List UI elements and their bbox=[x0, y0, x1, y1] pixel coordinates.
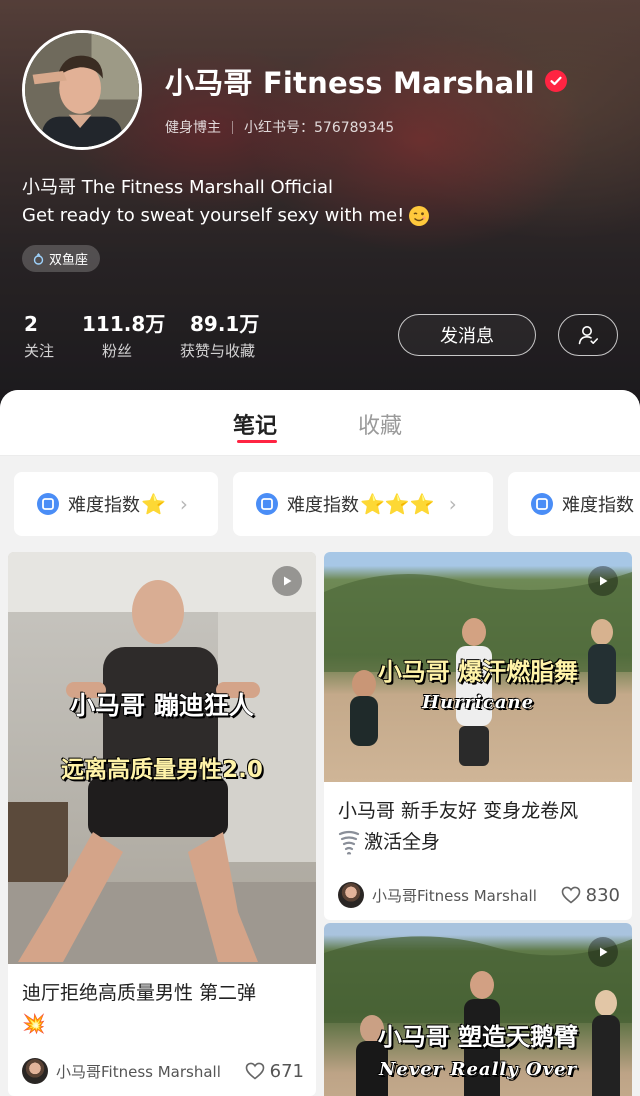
verified-check-icon bbox=[544, 70, 567, 92]
note-1-overlay-subtitle: 远离高质量男性2.0 bbox=[61, 756, 264, 783]
note-2-title-line2: 激活全身 bbox=[364, 831, 441, 853]
chevron-right-icon: › bbox=[179, 492, 188, 516]
collection-card-3[interactable]: 难度指数 bbox=[508, 472, 640, 536]
meta-divider bbox=[232, 120, 233, 134]
note-3-overlay-title: 小马哥 塑造天鹅臂 bbox=[377, 1022, 579, 1051]
bio-line-2-text: Get ready to sweat yourself sexy with me… bbox=[22, 205, 405, 226]
zodiac-tag[interactable]: 双鱼座 bbox=[22, 245, 101, 272]
collection-strip: 难度指数 ⭐ › 难度指数 ⭐⭐⭐ › 难度指数 bbox=[0, 472, 640, 536]
note-card-3[interactable]: 小马哥 塑造天鹅臂 Never Really Over bbox=[324, 923, 632, 1096]
note-2-overlay-title: 小马哥 爆汗燃脂舞 bbox=[377, 657, 579, 686]
profile-header: 小马哥 Fitness Marshall 健身博主 小红书号：576789345… bbox=[0, 0, 640, 410]
profile-name: 小马哥 Fitness Marshall bbox=[165, 66, 535, 100]
chevron-right-icon: › bbox=[448, 492, 457, 516]
stat-fans-value: 111.8万 bbox=[82, 312, 166, 336]
stat-following-value: 2 bbox=[24, 312, 38, 336]
collection-label: 难度指数 bbox=[287, 495, 359, 516]
collection-card-2[interactable]: 难度指数 ⭐⭐⭐ › bbox=[233, 472, 493, 536]
heart-icon[interactable] bbox=[560, 884, 582, 906]
profile-id[interactable]: 小红书号：576789345 bbox=[244, 117, 394, 137]
active-tab-indicator bbox=[237, 440, 277, 443]
stat-likes-value: 89.1万 bbox=[190, 312, 260, 336]
note-1-title-emoji: 💥 bbox=[22, 1013, 46, 1035]
album-icon bbox=[37, 493, 59, 515]
album-icon bbox=[531, 493, 553, 515]
stat-fans[interactable]: 111.8万 粉丝 bbox=[82, 311, 165, 363]
stat-following-label: 关注 bbox=[24, 342, 55, 360]
profile-name-row: 小马哥 Fitness Marshall bbox=[165, 60, 567, 102]
tab-bar: 笔记 收藏 bbox=[0, 390, 640, 456]
stat-following[interactable]: 2 关注 bbox=[24, 311, 54, 363]
stat-fans-label: 粉丝 bbox=[102, 342, 133, 360]
note-2-author[interactable]: 小马哥Fitness Marshall bbox=[372, 885, 560, 906]
stat-likes-label: 获赞与收藏 bbox=[180, 342, 256, 360]
wink-emoji-icon bbox=[409, 206, 430, 226]
note-2-footer: 小马哥Fitness Marshall 830 bbox=[338, 880, 620, 910]
profile-bio: 小马哥 The Fitness Marshall Official Get re… bbox=[22, 174, 430, 230]
note-1-overlay-title: 小马哥 蹦迪狂人 bbox=[70, 690, 255, 720]
note-2-likes: 830 bbox=[585, 884, 620, 906]
tab-collections[interactable]: 收藏 bbox=[358, 408, 402, 440]
zodiac-tag-label: 双鱼座 bbox=[49, 253, 89, 268]
note-2-overlay-subtitle: Hurricane bbox=[421, 691, 535, 713]
author-avatar[interactable] bbox=[338, 882, 364, 908]
send-message-button[interactable]: 发消息 bbox=[398, 314, 536, 356]
note-3-overlay-subtitle: Never Really Over bbox=[378, 1058, 578, 1080]
note-1-thumbnail: 小马哥 蹦迪狂人 远离高质量男性2.0 bbox=[8, 552, 316, 964]
collection-label: 难度指数 bbox=[562, 495, 634, 516]
collection-label: 难度指数 bbox=[68, 495, 140, 516]
profile-meta: 健身博主 小红书号：576789345 bbox=[165, 117, 394, 137]
profile-category: 健身博主 bbox=[165, 120, 221, 136]
note-2-title-line1: 小马哥 新手友好 变身龙卷风 bbox=[338, 800, 579, 822]
ring-icon bbox=[33, 253, 44, 265]
profile-page: 小马哥 Fitness Marshall 健身博主 小红书号：576789345… bbox=[0, 0, 640, 1096]
note-card-1[interactable]: 小马哥 蹦迪狂人 远离高质量男性2.0 迪厅拒绝高质量男性 第二弹 💥 小马哥F… bbox=[8, 552, 316, 1096]
album-icon bbox=[256, 493, 278, 515]
user-check-icon bbox=[578, 326, 598, 345]
bio-line-2: Get ready to sweat yourself sexy with me… bbox=[22, 202, 430, 230]
note-1-title-line1: 迪厅拒绝高质量男性 第二弹 bbox=[22, 982, 257, 1004]
bio-line-1: 小马哥 The Fitness Marshall Official bbox=[22, 177, 333, 198]
note-1-likes: 671 bbox=[269, 1060, 304, 1082]
note-2-thumbnail: 小马哥 爆汗燃脂舞 Hurricane bbox=[324, 552, 632, 782]
video-play-icon bbox=[588, 566, 618, 596]
video-play-icon bbox=[588, 937, 618, 967]
tornado-icon bbox=[338, 830, 360, 855]
note-2-title: 小马哥 新手友好 变身龙卷风 激活全身 bbox=[324, 782, 632, 858]
collection-card-1[interactable]: 难度指数 ⭐ › bbox=[14, 472, 218, 536]
note-card-2[interactable]: 小马哥 爆汗燃脂舞 Hurricane 小马哥 新手友好 变身龙卷风 激活全身 bbox=[324, 552, 632, 920]
author-avatar[interactable] bbox=[22, 1058, 48, 1084]
heart-icon[interactable] bbox=[244, 1060, 266, 1082]
note-1-author[interactable]: 小马哥Fitness Marshall bbox=[56, 1061, 244, 1082]
note-1-title: 迪厅拒绝高质量男性 第二弹 💥 bbox=[8, 964, 316, 1040]
note-1-footer: 小马哥Fitness Marshall 671 bbox=[22, 1056, 304, 1086]
stat-likes[interactable]: 89.1万 获赞与收藏 bbox=[180, 311, 259, 363]
video-play-icon bbox=[272, 566, 302, 596]
note-2-title-line2-row: 激活全身 bbox=[338, 827, 618, 858]
star-rating: ⭐⭐⭐ bbox=[360, 492, 435, 516]
tab-notes[interactable]: 笔记 bbox=[233, 408, 277, 440]
profile-avatar[interactable] bbox=[22, 30, 142, 150]
content-panel: 笔记 收藏 难度指数 ⭐ › 难度指数 ⭐⭐⭐ › 难度指数 小马哥 蹦迪狂人 … bbox=[0, 390, 640, 1096]
star-rating: ⭐ bbox=[141, 492, 166, 516]
follow-button[interactable] bbox=[558, 314, 618, 356]
note-3-thumbnail: 小马哥 塑造天鹅臂 Never Really Over bbox=[324, 923, 632, 1096]
